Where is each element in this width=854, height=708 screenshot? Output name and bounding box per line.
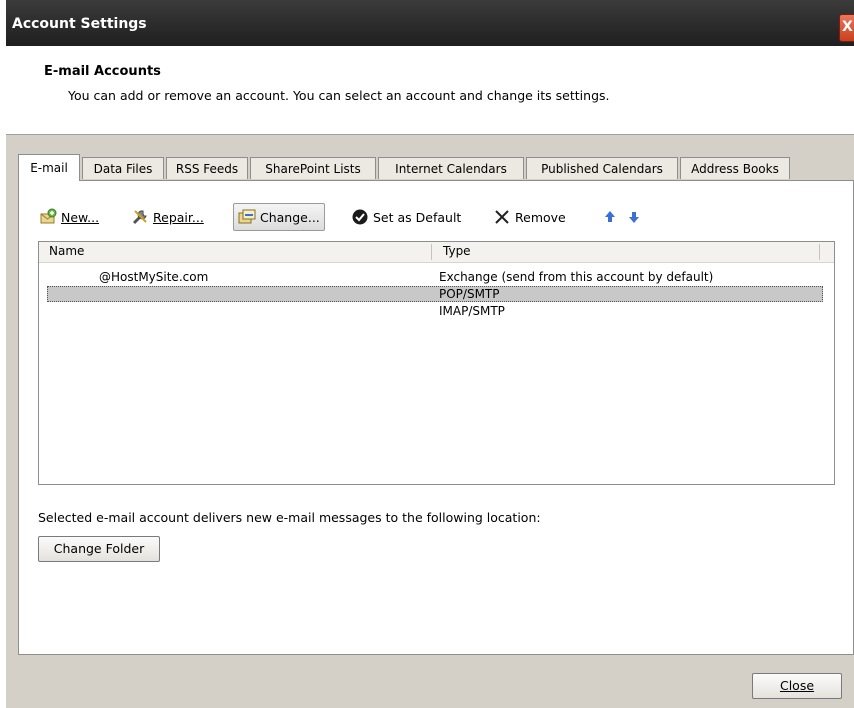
- window-close-icon[interactable]: X: [839, 14, 854, 42]
- account-type: IMAP/SMTP: [439, 304, 505, 318]
- header-title: E-mail Accounts: [44, 64, 161, 79]
- delivery-location-text: Selected e-mail account delivers new e-m…: [38, 510, 541, 525]
- remove-x-icon: [493, 208, 511, 226]
- arrow-down-icon: [625, 208, 643, 226]
- change-icon: [238, 208, 256, 226]
- change-button-label: Change...: [260, 209, 320, 225]
- arrow-up-icon: [601, 208, 619, 226]
- tab-strip: E-mail Data Files RSS Feeds SharePoint L…: [18, 154, 818, 181]
- email-tab-panel: New... Repair... Change... Set as Defaul…: [18, 180, 854, 655]
- column-separator[interactable]: [431, 244, 432, 260]
- tab-data-files[interactable]: Data Files: [82, 157, 164, 179]
- repair-icon: [131, 208, 149, 226]
- close-button-label: Close: [779, 678, 815, 693]
- change-folder-button[interactable]: Change Folder: [38, 536, 160, 562]
- move-down-button[interactable]: [625, 203, 647, 231]
- change-folder-label: Change Folder: [53, 541, 145, 556]
- account-row[interactable]: IMAP/SMTP: [39, 303, 834, 319]
- column-header-name[interactable]: Name: [49, 244, 84, 258]
- remove-button-label: Remove: [515, 209, 566, 225]
- account-type: Exchange (send from this account by defa…: [439, 270, 714, 284]
- repair-button[interactable]: Repair...: [131, 203, 204, 231]
- title-bar[interactable]: Account Settings X: [6, 0, 854, 46]
- repair-button-label: Repair...: [153, 209, 204, 225]
- column-separator[interactable]: [819, 244, 820, 260]
- new-button-label: New...: [61, 209, 100, 225]
- account-type: POP/SMTP: [439, 287, 500, 301]
- remove-button[interactable]: Remove: [493, 203, 566, 231]
- new-account-icon: [39, 208, 57, 226]
- change-button[interactable]: Change...: [233, 203, 325, 231]
- window-title: Account Settings: [12, 16, 147, 32]
- list-header: Name Type: [39, 242, 834, 263]
- dialog-header: E-mail Accounts You can add or remove an…: [6, 46, 854, 135]
- set-as-default-label: Set as Default: [373, 209, 462, 225]
- account-settings-window: Account Settings X E-mail Accounts You c…: [6, 0, 854, 708]
- new-button[interactable]: New...: [39, 203, 99, 231]
- check-circle-icon: [351, 208, 369, 226]
- move-up-button[interactable]: [601, 203, 623, 231]
- tab-internet-calendars[interactable]: Internet Calendars: [378, 157, 524, 179]
- account-name: @HostMySite.com: [99, 270, 209, 284]
- account-row-selected[interactable]: POP/SMTP: [47, 286, 823, 302]
- header-description: You can add or remove an account. You ca…: [68, 88, 610, 103]
- accounts-list[interactable]: Name Type @HostMySite.com Exchange (send…: [38, 241, 835, 485]
- tab-published-calendars[interactable]: Published Calendars: [526, 157, 678, 179]
- tab-rss-feeds[interactable]: RSS Feeds: [166, 157, 248, 179]
- close-button[interactable]: Close: [752, 673, 842, 699]
- tab-address-books[interactable]: Address Books: [680, 157, 790, 179]
- tab-email[interactable]: E-mail: [18, 154, 80, 181]
- tab-sharepoint-lists[interactable]: SharePoint Lists: [250, 157, 376, 179]
- set-as-default-button[interactable]: Set as Default: [351, 203, 461, 231]
- account-row[interactable]: @HostMySite.com Exchange (send from this…: [39, 269, 834, 285]
- account-toolbar: New... Repair... Change... Set as Defaul…: [39, 203, 819, 231]
- column-header-type[interactable]: Type: [443, 244, 471, 258]
